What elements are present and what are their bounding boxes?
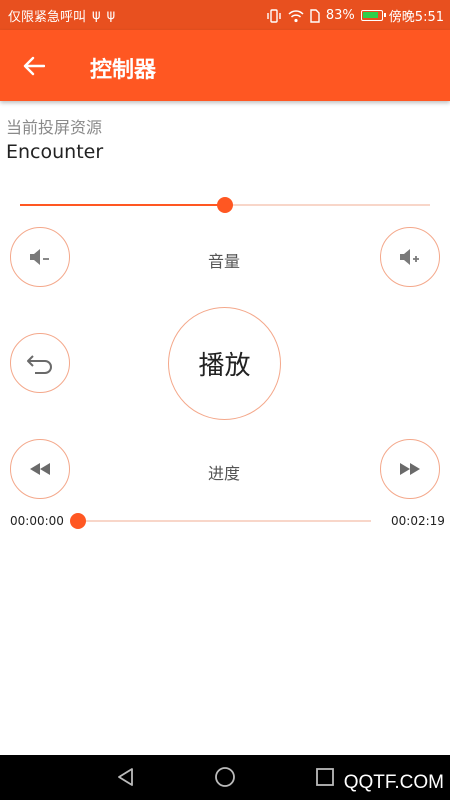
triangle-back-icon xyxy=(118,768,133,786)
usb-icon: ψ xyxy=(92,8,101,23)
play-button-label: 播放 xyxy=(198,351,251,381)
nav-home-button[interactable] xyxy=(213,765,237,789)
controller-screen: 仅限紧急呼叫 ψ ψ 83% 傍晚5:51 控制器 当前投屏资源 Encount… xyxy=(0,0,450,800)
volume-down-icon xyxy=(30,249,49,265)
square-recents-icon xyxy=(316,768,334,786)
circle-home-icon xyxy=(215,767,235,787)
vibrate-icon xyxy=(267,8,281,23)
watermark-text: QQTF.COM xyxy=(343,772,444,793)
app-bar: 控制器 xyxy=(0,30,450,101)
fast-forward-button[interactable] xyxy=(380,439,440,499)
sim-icon xyxy=(310,8,320,23)
current-source-name: Encounter xyxy=(6,141,104,163)
nav-back-button[interactable] xyxy=(113,765,137,789)
battery-percent: 83% xyxy=(325,8,355,23)
back-button[interactable] xyxy=(16,48,52,84)
progress-slider[interactable] xyxy=(70,513,371,529)
play-button[interactable]: 播放 xyxy=(168,307,281,420)
undo-icon xyxy=(27,355,52,374)
status-time: 傍晚5:51 xyxy=(388,10,444,25)
page-title: 控制器 xyxy=(90,58,157,83)
progress-label: 进度 xyxy=(208,464,241,483)
arrow-left-icon xyxy=(23,56,45,76)
system-nav-bar: QQTF.COM xyxy=(0,755,450,800)
battery-icon xyxy=(360,10,386,21)
rewind-icon xyxy=(30,463,50,475)
status-carrier-text: 仅限紧急呼叫 xyxy=(8,10,87,25)
wifi-icon xyxy=(288,9,304,22)
volume-down-button[interactable] xyxy=(10,227,70,287)
undo-button[interactable] xyxy=(10,333,70,393)
volume-up-icon xyxy=(400,249,419,265)
usb-debug-icon: ψ xyxy=(106,8,116,23)
volume-up-button[interactable] xyxy=(380,227,440,287)
volume-slider[interactable] xyxy=(20,197,430,213)
progress-slider-thumb[interactable] xyxy=(70,513,86,529)
nav-recents-button[interactable] xyxy=(313,765,337,789)
volume-slider-thumb[interactable] xyxy=(217,197,233,213)
volume-label: 音量 xyxy=(208,252,241,271)
status-bar: 仅限紧急呼叫 ψ ψ 83% 傍晚5:51 xyxy=(0,0,450,30)
fast-forward-icon xyxy=(400,463,420,475)
volume-slider-fill xyxy=(20,204,225,206)
current-source-label: 当前投屏资源 xyxy=(6,118,103,137)
total-time: 00:02:19 xyxy=(391,514,445,528)
current-time: 00:00:00 xyxy=(10,514,64,528)
rewind-button[interactable] xyxy=(10,439,70,499)
